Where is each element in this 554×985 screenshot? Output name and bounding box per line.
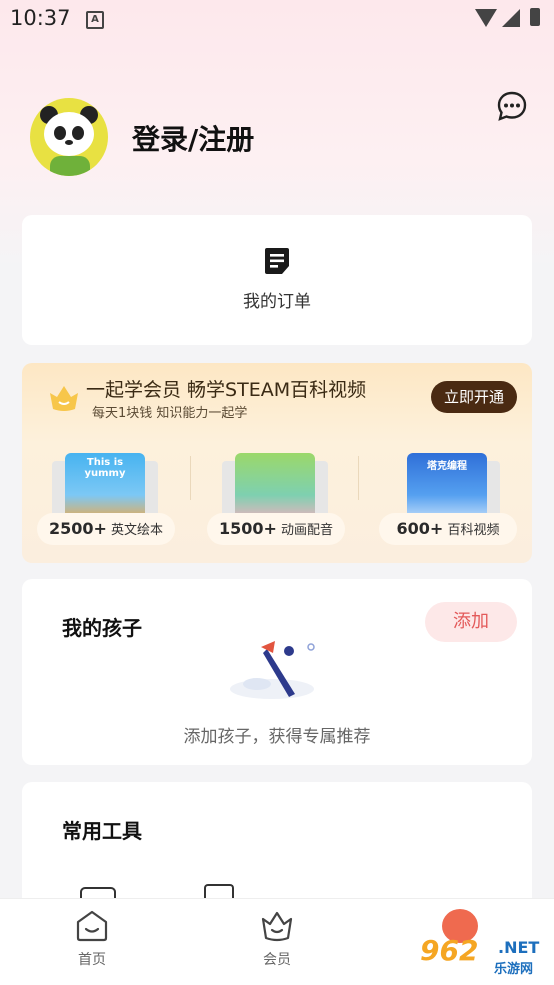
battery-icon — [530, 8, 540, 26]
divider — [358, 456, 359, 500]
panda-eye-left — [54, 126, 66, 140]
vip-banner[interactable]: 一起学会员 畅学STEAM百科视频 每天1块钱 知识能力一起学 立即开通 Thi… — [22, 363, 532, 563]
my-kids-title: 我的孩子 — [62, 616, 142, 640]
add-kid-hint: 添加孩子，获得专属推荐 — [183, 727, 371, 747]
english-book-caption: This is yummy — [84, 457, 126, 479]
tab-home-label: 首页 — [78, 952, 106, 968]
notification-icon: A — [86, 11, 104, 29]
status-time: 10:37 — [10, 6, 71, 30]
crown-icon — [50, 386, 78, 411]
feature-encyclopedia-videos[interactable]: 塔克编程 600+ 百科视频 — [372, 453, 522, 553]
panda-body — [50, 156, 90, 176]
feature-english-books[interactable]: This is yummy 2500+ 英文绘本 — [30, 453, 180, 553]
add-kid-button[interactable]: 添加 — [425, 602, 517, 642]
watermark-brand: 962 — [420, 934, 479, 967]
status-bar: 10:37 A — [0, 0, 554, 38]
video-book-caption: 塔克编程 — [427, 461, 467, 472]
site-watermark: 962 .NET 乐游网 — [414, 932, 550, 980]
feature-label: 动画配音 — [281, 523, 334, 538]
my-kids-card: 我的孩子 添加 添加孩子，获得专属推荐 — [22, 579, 532, 765]
panda-face — [44, 112, 94, 156]
divider — [190, 456, 191, 500]
feature-pill: 600+ 百科视频 — [379, 513, 517, 545]
message-icon[interactable] — [496, 90, 528, 122]
tab-home[interactable]: 首页 — [52, 909, 132, 979]
feature-count: 2500+ — [48, 519, 107, 538]
common-tools-title: 常用工具 — [62, 819, 142, 843]
avatar[interactable] — [30, 98, 108, 176]
vip-title: 一起学会员 畅学STEAM百科视频 — [86, 379, 367, 401]
feature-pill: 1500+ 动画配音 — [207, 513, 345, 545]
panda-eye-right — [72, 126, 84, 140]
watermark-suffix: .NET — [498, 938, 540, 957]
panda-nose — [65, 140, 73, 145]
my-orders-label: 我的订单 — [243, 292, 311, 312]
order-document-icon — [265, 248, 289, 274]
feature-label: 百科视频 — [447, 523, 500, 538]
feature-animation-dubbing[interactable]: 1500+ 动画配音 — [200, 453, 350, 553]
feature-count: 600+ — [396, 519, 444, 538]
tab-vip-label: 会员 — [263, 952, 291, 968]
home-icon — [76, 910, 108, 942]
empty-kids-illustration — [230, 641, 315, 699]
orders-card[interactable]: 我的订单 — [22, 215, 532, 345]
watermark-subtitle: 乐游网 — [494, 962, 534, 977]
login-register-link[interactable]: 登录/注册 — [132, 118, 254, 158]
signal-icon — [502, 9, 520, 27]
crown-icon — [261, 911, 293, 942]
vip-subtitle: 每天1块钱 知识能力一起学 — [92, 406, 248, 421]
feature-count: 1500+ — [218, 519, 277, 538]
feature-pill: 2500+ 英文绘本 — [37, 513, 175, 545]
wifi-icon — [475, 9, 497, 27]
feature-label: 英文绘本 — [111, 523, 164, 538]
tab-vip[interactable]: 会员 — [237, 909, 317, 979]
vip-open-button[interactable]: 立即开通 — [431, 381, 517, 413]
